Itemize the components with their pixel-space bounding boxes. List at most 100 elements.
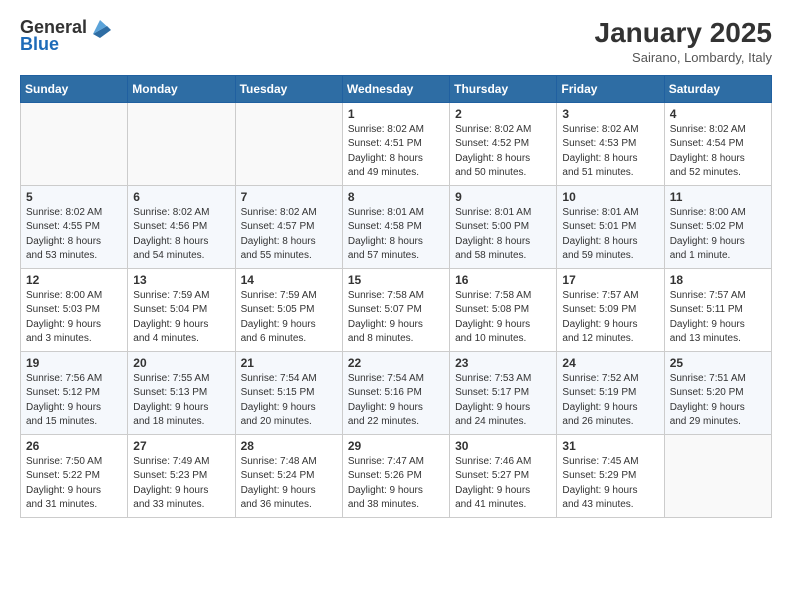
day-number: 15 [348,273,444,287]
weekday-row: SundayMondayTuesdayWednesdayThursdayFrid… [21,75,772,102]
day-info: Sunrise: 7:59 AM Sunset: 5:04 PM Dayligh… [133,289,229,347]
day-number: 26 [26,439,122,453]
day-info: Sunrise: 8:02 AM Sunset: 4:51 PM Dayligh… [348,123,444,181]
day-info: Sunrise: 8:00 AM Sunset: 5:03 PM Dayligh… [26,289,122,347]
day-number: 5 [26,190,122,204]
calendar-day: 30 Sunrise: 7:46 AM Sunset: 5:27 PM Dayli… [450,434,557,517]
calendar-day [128,102,235,185]
calendar-title: January 2025 [595,16,772,50]
day-info: Sunrise: 7:48 AM Sunset: 5:24 PM Dayligh… [241,455,337,513]
calendar-day: 19Sunrise: 7:56 AM Sunset: 5:12 PM Dayli… [21,351,128,434]
day-info: Sunrise: 7:46 AM Sunset: 5:27 PM Dayligh… [455,455,551,513]
calendar-day [21,102,128,185]
day-info: Sunrise: 8:01 AM Sunset: 5:00 PM Dayligh… [455,206,551,264]
day-info: Sunrise: 7:52 AM Sunset: 5:19 PM Dayligh… [562,372,658,430]
calendar-day [235,102,342,185]
calendar-week-2: 5 Sunrise: 8:02 AM Sunset: 4:55 PM Daylig… [21,185,772,268]
day-number: 1 [348,107,444,121]
calendar-day: 4 Sunrise: 8:02 AM Sunset: 4:54 PM Daylig… [664,102,771,185]
day-number: 10 [562,190,658,204]
weekday-header-wednesday: Wednesday [342,75,449,102]
day-info: Sunrise: 7:58 AM Sunset: 5:08 PM Dayligh… [455,289,551,347]
day-info: Sunrise: 8:02 AM Sunset: 4:55 PM Dayligh… [26,206,122,264]
day-info: Sunrise: 7:49 AM Sunset: 5:23 PM Dayligh… [133,455,229,513]
day-number: 30 [455,439,551,453]
calendar-day: 7 Sunrise: 8:02 AM Sunset: 4:57 PM Daylig… [235,185,342,268]
day-info: Sunrise: 7:57 AM Sunset: 5:11 PM Dayligh… [670,289,766,347]
day-number: 4 [670,107,766,121]
day-number: 20 [133,356,229,370]
day-info: Sunrise: 8:00 AM Sunset: 5:02 PM Dayligh… [670,206,766,264]
weekday-header-sunday: Sunday [21,75,128,102]
day-number: 2 [455,107,551,121]
day-info: Sunrise: 8:02 AM Sunset: 4:56 PM Dayligh… [133,206,229,264]
day-number: 29 [348,439,444,453]
calendar-day: 5 Sunrise: 8:02 AM Sunset: 4:55 PM Daylig… [21,185,128,268]
day-info: Sunrise: 7:53 AM Sunset: 5:17 PM Dayligh… [455,372,551,430]
calendar-day: 15 Sunrise: 7:58 AM Sunset: 5:07 PM Dayli… [342,268,449,351]
day-number: 17 [562,273,658,287]
calendar-day: 29Sunrise: 7:47 AM Sunset: 5:26 PM Dayli… [342,434,449,517]
calendar-day: 27 Sunrise: 7:49 AM Sunset: 5:23 PM Dayli… [128,434,235,517]
day-info: Sunrise: 7:57 AM Sunset: 5:09 PM Dayligh… [562,289,658,347]
calendar-location: Sairano, Lombardy, Italy [595,50,772,65]
calendar-day: 22 Sunrise: 7:54 AM Sunset: 5:16 PM Dayli… [342,351,449,434]
day-info: Sunrise: 8:02 AM Sunset: 4:54 PM Dayligh… [670,123,766,181]
calendar-day: 10 Sunrise: 8:01 AM Sunset: 5:01 PM Dayli… [557,185,664,268]
calendar-week-4: 19Sunrise: 7:56 AM Sunset: 5:12 PM Dayli… [21,351,772,434]
calendar-body: 1 Sunrise: 8:02 AM Sunset: 4:51 PM Daylig… [21,102,772,517]
day-number: 8 [348,190,444,204]
title-block: January 2025 Sairano, Lombardy, Italy [595,16,772,65]
day-number: 18 [670,273,766,287]
day-info: Sunrise: 7:59 AM Sunset: 5:05 PM Dayligh… [241,289,337,347]
calendar-week-3: 12 Sunrise: 8:00 AM Sunset: 5:03 PM Dayli… [21,268,772,351]
calendar-day: 21Sunrise: 7:54 AM Sunset: 5:15 PM Dayli… [235,351,342,434]
calendar-day: 24 Sunrise: 7:52 AM Sunset: 5:19 PM Dayli… [557,351,664,434]
calendar-day: 6 Sunrise: 8:02 AM Sunset: 4:56 PM Daylig… [128,185,235,268]
day-number: 9 [455,190,551,204]
day-number: 22 [348,356,444,370]
day-info: Sunrise: 7:51 AM Sunset: 5:20 PM Dayligh… [670,372,766,430]
calendar-day: 9 Sunrise: 8:01 AM Sunset: 5:00 PM Daylig… [450,185,557,268]
calendar-week-5: 26Sunrise: 7:50 AM Sunset: 5:22 PM Dayli… [21,434,772,517]
day-number: 14 [241,273,337,287]
day-number: 28 [241,439,337,453]
logo: General Blue [20,16,111,55]
calendar-week-1: 1 Sunrise: 8:02 AM Sunset: 4:51 PM Daylig… [21,102,772,185]
calendar-day: 1 Sunrise: 8:02 AM Sunset: 4:51 PM Daylig… [342,102,449,185]
day-number: 3 [562,107,658,121]
calendar-day: 26Sunrise: 7:50 AM Sunset: 5:22 PM Dayli… [21,434,128,517]
page: General Blue January 2025 Sairano, Lomba… [0,0,792,612]
calendar-day: 18 Sunrise: 7:57 AM Sunset: 5:11 PM Dayli… [664,268,771,351]
calendar-day: 11Sunrise: 8:00 AM Sunset: 5:02 PM Dayli… [664,185,771,268]
weekday-header-monday: Monday [128,75,235,102]
day-info: Sunrise: 7:54 AM Sunset: 5:15 PM Dayligh… [241,372,337,430]
day-info: Sunrise: 7:54 AM Sunset: 5:16 PM Dayligh… [348,372,444,430]
calendar-table: SundayMondayTuesdayWednesdayThursdayFrid… [20,75,772,518]
day-info: Sunrise: 8:01 AM Sunset: 5:01 PM Dayligh… [562,206,658,264]
calendar-day: 2 Sunrise: 8:02 AM Sunset: 4:52 PM Daylig… [450,102,557,185]
day-number: 7 [241,190,337,204]
day-number: 31 [562,439,658,453]
calendar-day: 16Sunrise: 7:58 AM Sunset: 5:08 PM Dayli… [450,268,557,351]
day-info: Sunrise: 8:02 AM Sunset: 4:57 PM Dayligh… [241,206,337,264]
day-number: 12 [26,273,122,287]
day-info: Sunrise: 8:01 AM Sunset: 4:58 PM Dayligh… [348,206,444,264]
header: General Blue January 2025 Sairano, Lomba… [20,16,772,65]
day-number: 23 [455,356,551,370]
calendar-header: SundayMondayTuesdayWednesdayThursdayFrid… [21,75,772,102]
weekday-header-friday: Friday [557,75,664,102]
day-number: 24 [562,356,658,370]
day-number: 27 [133,439,229,453]
day-info: Sunrise: 8:02 AM Sunset: 4:53 PM Dayligh… [562,123,658,181]
day-info: Sunrise: 7:55 AM Sunset: 5:13 PM Dayligh… [133,372,229,430]
day-number: 13 [133,273,229,287]
day-number: 25 [670,356,766,370]
logo-icon [89,16,111,38]
calendar-day: 13 Sunrise: 7:59 AM Sunset: 5:04 PM Dayli… [128,268,235,351]
day-number: 6 [133,190,229,204]
calendar-day: 28 Sunrise: 7:48 AM Sunset: 5:24 PM Dayli… [235,434,342,517]
day-info: Sunrise: 8:02 AM Sunset: 4:52 PM Dayligh… [455,123,551,181]
calendar-day [664,434,771,517]
day-info: Sunrise: 7:58 AM Sunset: 5:07 PM Dayligh… [348,289,444,347]
